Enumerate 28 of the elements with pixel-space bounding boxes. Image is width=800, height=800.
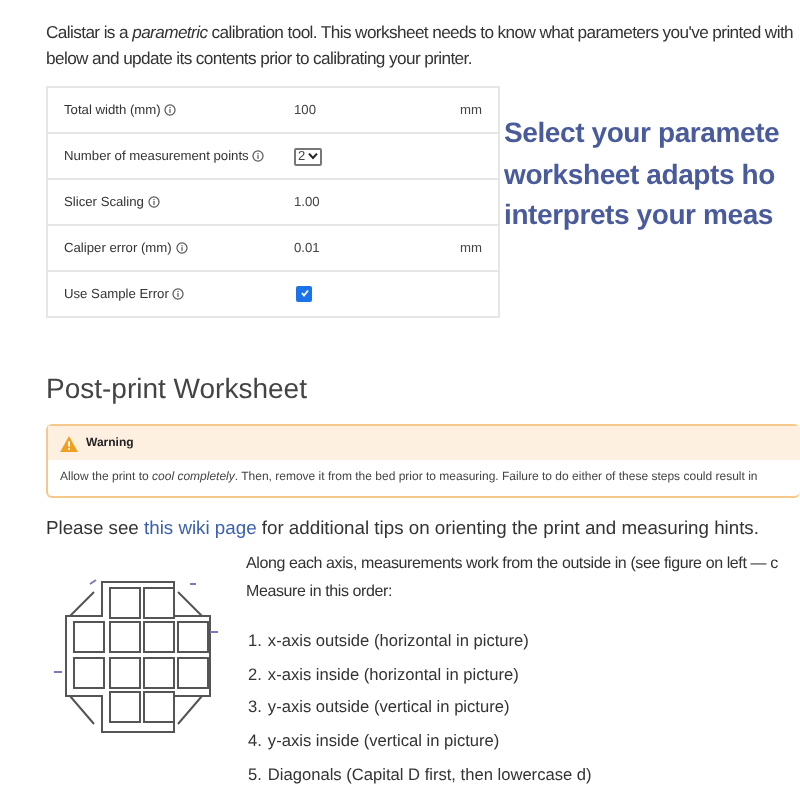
step-text: x-axis outside (horizontal in picture) <box>267 628 529 654</box>
intro-text: below and update its contents prior to calibrating your printer. <box>46 46 474 72</box>
step-number: 5. <box>248 761 262 788</box>
info-icon <box>175 242 188 254</box>
step-text: y-axis outside (vertical in picture) <box>267 694 510 721</box>
step-text: Diagonals (Capital D first, then lowercase d) <box>267 761 592 788</box>
warning-icon <box>60 435 78 451</box>
info-icon <box>164 104 177 116</box>
step-text: y-axis inside (vertical in picture) <box>267 728 500 755</box>
info-icon <box>172 288 185 300</box>
callout-heading: interprets your meas <box>504 196 775 234</box>
info-icon <box>147 196 160 208</box>
instruction-text: Measure in this order: <box>246 580 394 604</box>
step-text: x-axis inside (horizontal in picture) <box>267 661 519 688</box>
instruction-text: Along each axis, measurements work from the outside in (see figure on left — c <box>246 552 778 576</box>
step-number: 1. <box>248 628 262 654</box>
step-number: 2. <box>248 661 262 688</box>
info-icon <box>252 150 265 162</box>
step-number: 3. <box>248 694 262 721</box>
step-number: 4. <box>248 728 262 755</box>
caret-icon <box>307 152 318 160</box>
wiki-link[interactable]: this wiki page <box>144 516 257 538</box>
callout-heading: Select your paramete <box>504 114 780 152</box>
checkbox[interactable] <box>296 285 312 302</box>
callout-heading: worksheet adapts ho <box>504 155 777 194</box>
section-heading: Post-print Worksheet <box>46 372 309 404</box>
wiki-note: Please see this wiki page for additional tips on orienting the print and measuring hints. <box>46 516 761 538</box>
intro-text: Calistar is a parametric calibration tool. This worksheet needs to know what parameters you've printed with <box>46 20 796 46</box>
